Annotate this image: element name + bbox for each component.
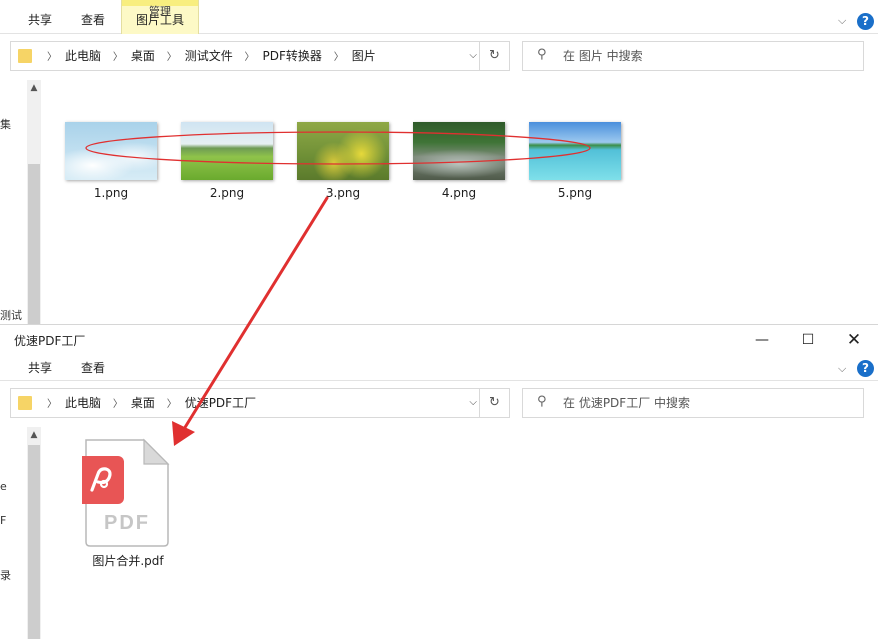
file-item[interactable]: 3.png: [293, 122, 393, 200]
breadcrumb: 〉此电脑 〉桌面 〉优速PDF工厂: [39, 389, 256, 417]
breadcrumb: 〉此电脑 〉桌面 〉测试文件 〉 PDF转换器 〉图片: [39, 42, 376, 70]
nav-pane-item-text[interactable]: 录: [0, 567, 11, 583]
picture-tools-caption: 管理: [122, 0, 198, 18]
search-box[interactable]: ⚲ 在 优速PDF工厂 中搜索: [522, 388, 864, 418]
image-thumbnail: [413, 122, 505, 180]
breadcrumb-desktop[interactable]: 桌面: [131, 49, 155, 63]
search-box[interactable]: ⚲ 在 图片 中搜索: [522, 41, 864, 71]
image-thumbnail: [297, 122, 389, 180]
image-thumbnail: [65, 122, 157, 180]
file-name: 5.png: [557, 186, 593, 200]
file-item[interactable]: 1.png: [61, 122, 161, 200]
nav-pane-item-text[interactable]: 测试: [0, 307, 22, 323]
minimize-icon[interactable]: —: [739, 325, 785, 355]
window-title: 优速PDF工厂: [14, 334, 86, 348]
ribbon-expand-chevron-icon[interactable]: ⌵: [838, 14, 846, 28]
nav-pane-scrollbar[interactable]: ▲: [27, 80, 41, 324]
folder-icon: [18, 49, 32, 63]
explorer-window-pdf-factory: 优速PDF工厂 — ☐ ✕ 共享 查看 ⌵ ? 〉此电脑 〉桌面 〉优速PDF工…: [0, 324, 878, 639]
pdf-icon-text: PDF: [104, 512, 150, 534]
address-dropdown-icon[interactable]: ⌵: [469, 389, 477, 417]
maximize-icon[interactable]: ☐: [785, 325, 831, 355]
file-item[interactable]: 2.png: [177, 122, 277, 200]
breadcrumb-pdf-factory[interactable]: 优速PDF工厂: [185, 396, 256, 410]
image-thumbnail: [181, 122, 273, 180]
breadcrumb-separator-icon: 〉: [47, 52, 57, 63]
file-item[interactable]: 5.png: [525, 122, 625, 200]
picture-tools-caption-label: 管理: [149, 5, 171, 18]
breadcrumb-separator-icon: 〉: [244, 52, 255, 63]
pdf-file-item[interactable]: PDF 图片合并.pdf: [78, 438, 178, 568]
image-thumbnail: [529, 122, 621, 180]
breadcrumb-separator-icon: 〉: [47, 399, 57, 410]
scrollbar-thumb[interactable]: [28, 164, 40, 324]
breadcrumb-separator-icon: 〉: [112, 52, 123, 63]
tab-view[interactable]: 查看: [70, 355, 116, 381]
breadcrumb-this-pc[interactable]: 此电脑: [65, 49, 101, 63]
search-icon: ⚲: [537, 47, 547, 62]
file-item[interactable]: 4.png: [409, 122, 509, 200]
close-icon[interactable]: ✕: [831, 325, 877, 355]
breadcrumb-desktop[interactable]: 桌面: [131, 396, 155, 410]
breadcrumb-images[interactable]: 图片: [352, 49, 376, 63]
address-bar[interactable]: 〉此电脑 〉桌面 〉测试文件 〉 PDF转换器 〉图片 ⌵ ↻: [10, 41, 510, 71]
breadcrumb-separator-icon: 〉: [333, 52, 344, 63]
file-name: 1.png: [93, 186, 129, 200]
scrollbar-thumb[interactable]: [28, 445, 40, 639]
help-icon[interactable]: ?: [857, 13, 874, 30]
breadcrumb-separator-icon: 〉: [112, 399, 123, 410]
search-placeholder: 在 图片 中搜索: [563, 49, 643, 63]
address-dropdown-icon[interactable]: ⌵: [469, 42, 477, 70]
ribbon-bar: 共享 查看 ⌵ ?: [0, 355, 878, 381]
breadcrumb-test-files[interactable]: 测试文件: [185, 49, 233, 63]
file-name: 图片合并.pdf: [92, 554, 164, 568]
breadcrumb-pdf-converter[interactable]: PDF转换器: [263, 49, 322, 63]
scroll-up-icon[interactable]: ▲: [27, 427, 41, 443]
nav-pane-item-text[interactable]: 集: [0, 116, 11, 132]
file-name: 4.png: [441, 186, 477, 200]
search-placeholder: 在 优速PDF工厂 中搜索: [563, 396, 691, 410]
help-icon[interactable]: ?: [857, 360, 874, 377]
file-name: 3.png: [325, 186, 361, 200]
refresh-icon[interactable]: ↻: [479, 42, 509, 70]
explorer-window-images: 共享 查看 管理 图片工具 ⌵ ? 〉此电脑 〉桌面 〉测试文件 〉 PDF转换器…: [0, 0, 878, 324]
refresh-icon[interactable]: ↻: [479, 389, 509, 417]
breadcrumb-this-pc[interactable]: 此电脑: [65, 396, 101, 410]
breadcrumb-separator-icon: 〉: [166, 52, 177, 63]
nav-pane-item-text[interactable]: e: [0, 480, 7, 493]
breadcrumb-separator-icon: 〉: [166, 399, 177, 410]
nav-pane-item-text[interactable]: F: [0, 514, 6, 527]
file-name: 2.png: [209, 186, 245, 200]
tab-view[interactable]: 查看: [70, 0, 116, 34]
ribbon-expand-chevron-icon[interactable]: ⌵: [838, 362, 846, 376]
address-bar[interactable]: 〉此电脑 〉桌面 〉优速PDF工厂 ⌵ ↻: [10, 388, 510, 418]
nav-pane-scrollbar[interactable]: ▲: [27, 427, 41, 639]
title-bar: 优速PDF工厂 — ☐ ✕: [0, 325, 878, 355]
scroll-up-icon[interactable]: ▲: [27, 80, 41, 96]
search-icon: ⚲: [537, 394, 547, 409]
tab-share[interactable]: 共享: [18, 0, 62, 34]
tab-share[interactable]: 共享: [18, 355, 62, 381]
folder-icon: [18, 396, 32, 410]
ribbon-bar: 共享 查看 管理 图片工具 ⌵ ?: [0, 0, 878, 34]
tab-picture-tools[interactable]: 管理 图片工具: [121, 0, 199, 34]
